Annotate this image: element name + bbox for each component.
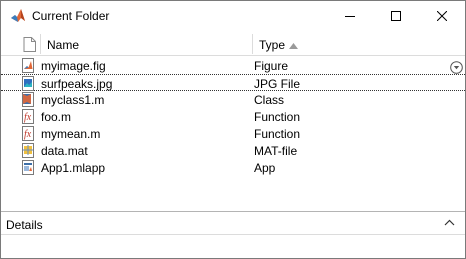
file-row[interactable]: fx foo.m Function: [1, 108, 465, 125]
sort-ascending-icon: [289, 42, 299, 49]
app-file-icon: [22, 160, 34, 175]
file-row[interactable]: fx mymean.m Function: [1, 125, 465, 142]
current-folder-window: Current Folder Name Type myimage.fig Fig…: [0, 0, 466, 259]
file-column-icon[interactable]: [23, 37, 36, 52]
file-name: mymean.m: [41, 127, 101, 141]
matlab-logo-icon: [11, 9, 25, 22]
details-panel-header[interactable]: Details: [1, 211, 465, 235]
file-name: data.mat: [41, 144, 88, 158]
details-label: Details: [6, 218, 43, 232]
svg-text:fx: fx: [24, 112, 32, 123]
file-name: App1.mlapp: [41, 161, 106, 175]
file-type: Class: [254, 93, 285, 107]
mat-file-icon: [22, 143, 34, 158]
file-type: Function: [254, 127, 301, 141]
class-file-icon: [22, 92, 34, 107]
image-file-icon: [22, 76, 34, 91]
file-row[interactable]: surfpeaks.jpg JPG File: [1, 74, 465, 91]
file-name: surfpeaks.jpg: [41, 77, 113, 91]
column-header-row: Name Type: [1, 32, 465, 56]
window-title: Current Folder: [32, 9, 110, 23]
file-row[interactable]: myclass1.m Class: [1, 91, 465, 108]
file-type: MAT-file: [254, 144, 298, 158]
file-type: Figure: [254, 59, 289, 73]
column-divider[interactable]: [252, 34, 253, 54]
file-type: App: [254, 161, 276, 175]
title-bar[interactable]: Current Folder: [1, 1, 465, 31]
file-name: myclass1.m: [41, 93, 105, 107]
file-name: foo.m: [41, 110, 72, 124]
fig-file-icon: [22, 58, 34, 73]
column-divider[interactable]: [40, 34, 41, 54]
svg-text:fx: fx: [24, 129, 32, 140]
minimize-button[interactable]: [327, 1, 373, 31]
maximize-icon: [391, 11, 401, 21]
chevron-up-icon[interactable]: [444, 219, 455, 226]
column-header-name[interactable]: Name: [47, 38, 79, 52]
minimize-icon: [345, 16, 355, 17]
file-row[interactable]: myimage.fig Figure: [1, 57, 465, 74]
file-type: JPG File: [254, 77, 301, 91]
file-name: myimage.fig: [41, 59, 106, 73]
maximize-button[interactable]: [373, 1, 419, 31]
file-row[interactable]: data.mat MAT-file: [1, 142, 465, 159]
column-header-type-label: Type: [259, 38, 286, 52]
function-file-icon: fx: [22, 126, 34, 141]
close-button[interactable]: [419, 1, 465, 31]
file-row[interactable]: App1.mlapp App: [1, 159, 465, 176]
function-file-icon: fx: [22, 109, 34, 124]
file-type: Function: [254, 110, 301, 124]
close-icon: [437, 11, 447, 21]
column-header-type[interactable]: Type: [259, 38, 299, 52]
